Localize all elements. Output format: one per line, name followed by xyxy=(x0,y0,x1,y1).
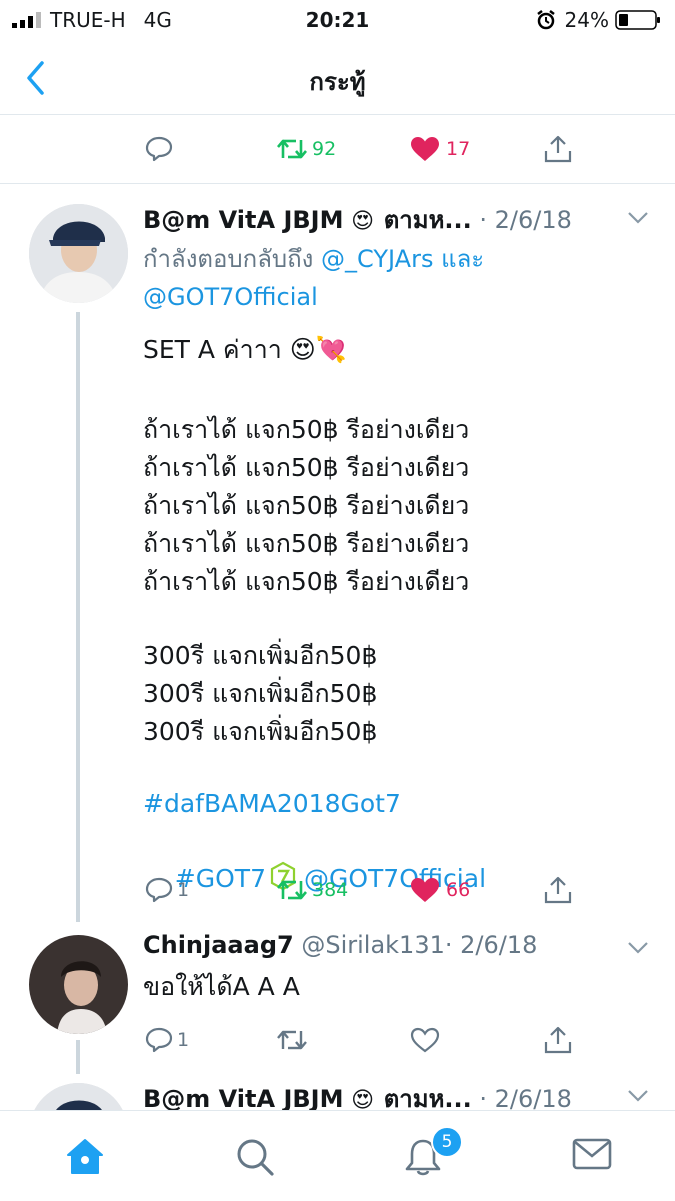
thread-line xyxy=(76,1040,80,1074)
retweet-button[interactable]: 384 xyxy=(276,877,348,903)
reply-count: 1 xyxy=(177,879,190,901)
reply-icon xyxy=(145,1027,173,1053)
chevron-down-icon[interactable] xyxy=(627,211,649,225)
mail-icon xyxy=(572,1138,612,1170)
emoji: 😍💘 xyxy=(289,335,347,364)
display-name-suffix[interactable]: ตามห... xyxy=(384,206,472,234)
like-icon xyxy=(410,1027,440,1053)
hashtag-link[interactable]: #dafBAMA2018Got7 xyxy=(143,785,401,823)
tab-messages[interactable] xyxy=(572,1137,612,1175)
tab-search[interactable] xyxy=(235,1137,275,1181)
avatar[interactable] xyxy=(29,935,128,1034)
battery-icon xyxy=(615,10,660,30)
reply-button[interactable]: 1 xyxy=(145,1027,189,1053)
retweet-icon xyxy=(277,1030,307,1050)
search-icon xyxy=(237,1139,274,1176)
tweet-text-line: 300รี แจกเพิ่มอีก50฿ xyxy=(143,717,378,746)
retweet-count: 92 xyxy=(312,138,337,160)
tweet-header: Chinjaaag7 @Sirilak131· 2/6/18 xyxy=(143,931,537,959)
like-icon xyxy=(411,878,439,902)
display-name[interactable]: B@m VitA JBJM xyxy=(143,1085,343,1113)
username[interactable]: @Sirilak131 xyxy=(301,931,445,959)
display-name-suffix[interactable]: ตามห... xyxy=(384,1085,472,1113)
avatar[interactable] xyxy=(29,204,128,303)
alarm-icon xyxy=(536,10,555,30)
share-icon xyxy=(544,135,572,163)
reply-and: และ xyxy=(433,245,485,273)
home-icon xyxy=(67,1139,103,1174)
tweet-text-line: 300รี แจกเพิ่มอีก50฿ xyxy=(143,679,378,708)
tweet-date: · 2/6/18 xyxy=(444,931,538,959)
tweet-text-line: ถ้าเราได้ แจก50฿ รีอย่างเดียว xyxy=(143,567,470,596)
share-button[interactable] xyxy=(543,134,573,164)
like-icon xyxy=(411,137,439,161)
notification-badge: 5 xyxy=(431,1126,463,1158)
share-button[interactable] xyxy=(543,1025,573,1055)
tweet-text-line: 300รี แจกเพิ่มอีก50฿ xyxy=(143,641,378,670)
emoji-heart-eyes: 😍 xyxy=(351,209,375,234)
share-icon xyxy=(544,876,572,904)
tweet-text-line: ถ้าเราได้ แจก50฿ รีอย่างเดียว xyxy=(143,453,470,482)
status-bar: TRUE-H 4G 20:21 24% xyxy=(0,0,675,38)
battery-percent: 24% xyxy=(564,8,609,32)
retweet-button[interactable] xyxy=(276,1027,308,1053)
retweet-count: 384 xyxy=(312,879,349,901)
nav-bar: กระทู้ xyxy=(0,38,675,115)
tweet-text-line: SET A ค่าาา 😍💘 xyxy=(143,331,347,369)
reply-user-link[interactable]: @GOT7Official xyxy=(143,279,318,317)
tab-home[interactable] xyxy=(64,1137,106,1179)
retweet-icon xyxy=(277,139,307,159)
like-count: 66 xyxy=(446,879,471,901)
thread-line xyxy=(76,312,80,922)
retweet-button[interactable]: 92 xyxy=(276,136,336,162)
avatar-image xyxy=(29,204,128,303)
share-button[interactable] xyxy=(543,875,573,905)
tweet-text-line: ถ้าเราได้ แจก50฿ รีอย่างเดียว xyxy=(143,415,470,444)
reply-icon xyxy=(145,877,173,903)
tweet-text-line: ถ้าเราได้ แจก50฿ รีอย่างเดียว xyxy=(143,529,470,558)
tweet-text: SET A ค่าาา xyxy=(143,335,282,364)
reply-count: 1 xyxy=(177,1029,190,1051)
tweet-date: · 2/6/18 xyxy=(479,1085,572,1113)
status-right: 24% xyxy=(535,8,661,32)
chevron-down-icon[interactable] xyxy=(627,941,649,955)
reply-context: กำลังตอบกลับถึง @_CYJArs และ xyxy=(143,241,484,279)
tweet-text: ขอให้ได้A A A xyxy=(143,972,300,1001)
bottom-tab-bar: 5 xyxy=(0,1110,675,1201)
tweet-header: B@m VitA JBJM 😍 ตามห... · 2/6/18 xyxy=(143,200,572,239)
like-count: 17 xyxy=(446,138,471,160)
display-name[interactable]: Chinjaaag7 xyxy=(143,931,294,959)
like-button[interactable]: 66 xyxy=(410,877,470,903)
reply-button[interactable]: 1 xyxy=(145,877,189,903)
like-button[interactable] xyxy=(410,1027,440,1053)
tweet-text-line: ถ้าเราได้ แจก50฿ รีอย่างเดียว xyxy=(143,491,470,520)
avatar-image xyxy=(29,935,128,1034)
page-title: กระทู้ xyxy=(309,68,366,96)
display-name[interactable]: B@m VitA JBJM xyxy=(143,206,343,234)
reply-icon xyxy=(145,136,173,162)
reply-user-link[interactable]: @_CYJArs xyxy=(321,245,433,273)
share-icon xyxy=(544,1026,572,1054)
parent-tweet-actions: 92 17 xyxy=(0,115,675,184)
retweet-icon xyxy=(277,880,307,900)
reply-prefix: กำลังตอบกลับถึง xyxy=(143,245,322,273)
chevron-down-icon[interactable] xyxy=(627,1089,649,1103)
reply-button[interactable] xyxy=(145,136,173,162)
like-button[interactable]: 17 xyxy=(410,136,470,162)
tweet-date: · 2/6/18 xyxy=(479,206,572,234)
